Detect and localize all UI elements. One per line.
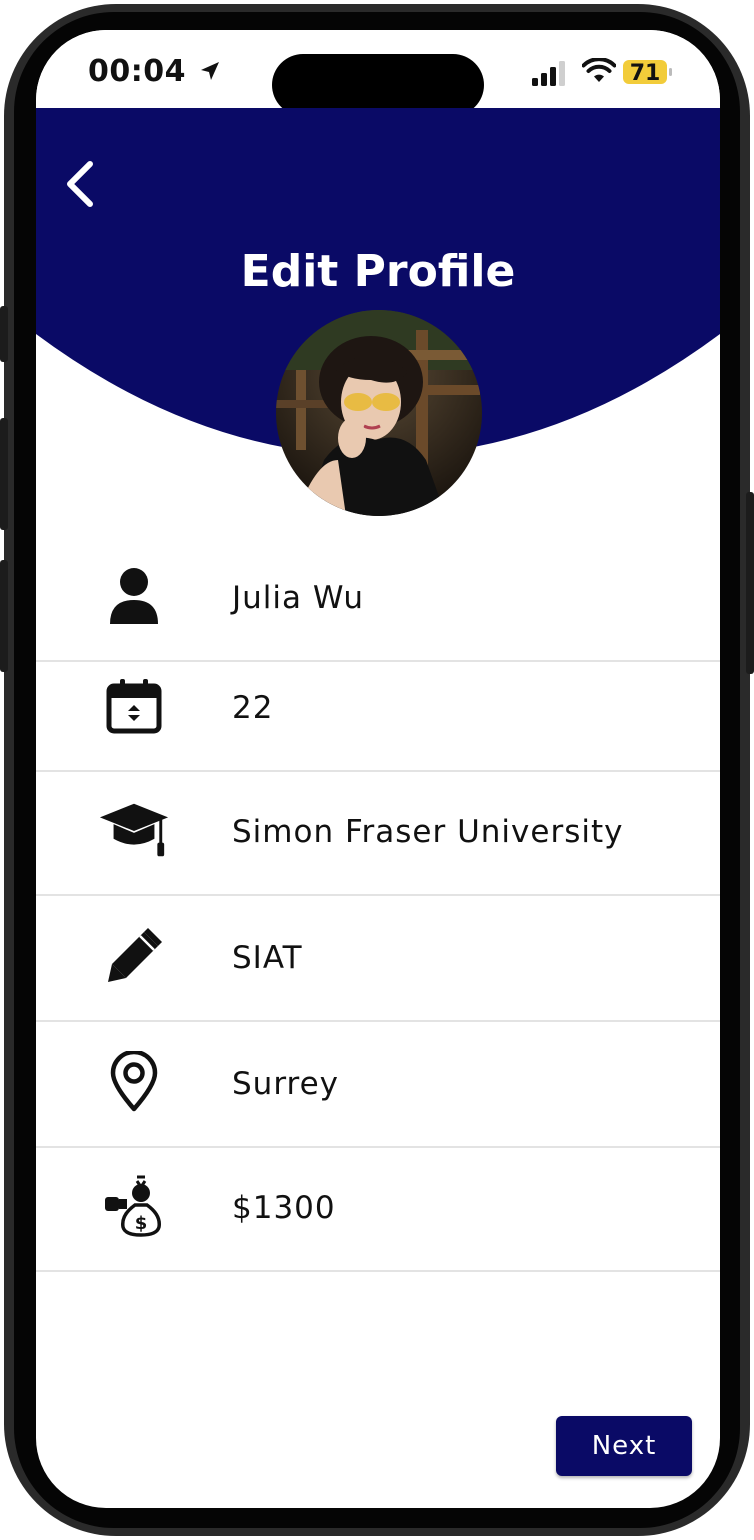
calendar-icon	[98, 670, 170, 742]
profile-field-name[interactable]: Julia Wu	[36, 536, 720, 662]
profile-field-school[interactable]: Simon Fraser University	[36, 770, 720, 896]
cellular-signal-icon	[532, 61, 565, 86]
dynamic-island	[272, 54, 484, 116]
volume-up-button	[0, 418, 8, 530]
graduation-cap-icon	[98, 794, 170, 866]
screen: 00:04 71 Edit Profile Julia Wu 22 Simon …	[36, 30, 720, 1508]
power-button	[746, 492, 754, 674]
profile-field-location[interactable]: Surrey	[36, 1022, 720, 1148]
location-value: Surrey	[232, 1066, 340, 1102]
person-icon	[98, 560, 170, 632]
money-bag-icon: $	[98, 1170, 170, 1242]
profile-field-program[interactable]: SIAT	[36, 896, 720, 1022]
svg-text:$: $	[135, 1213, 148, 1234]
pencil-icon	[98, 920, 170, 992]
avatar[interactable]	[276, 310, 482, 516]
program-value: SIAT	[232, 940, 303, 976]
title-container: Edit Profile	[36, 246, 720, 297]
mute-switch	[0, 306, 8, 362]
wifi-icon	[582, 58, 616, 82]
status-time: 00:04	[88, 54, 221, 89]
back-button[interactable]	[56, 152, 100, 212]
volume-down-button	[0, 560, 8, 672]
next-button[interactable]: Next	[556, 1416, 692, 1476]
location-arrow-icon	[200, 62, 219, 80]
avatar-photo	[276, 310, 482, 516]
battery-level: 71	[630, 61, 661, 86]
age-value: 22	[232, 690, 274, 726]
profile-field-budget[interactable]: $ $1300	[36, 1146, 720, 1272]
school-value: Simon Fraser University	[232, 814, 624, 850]
battery-icon: 71	[623, 60, 672, 86]
budget-value: $1300	[232, 1190, 336, 1226]
name-value: Julia Wu	[232, 580, 365, 616]
chevron-left-icon	[67, 161, 93, 207]
page-title: Edit Profile	[240, 246, 516, 297]
status-bar: 00:04 71	[36, 30, 720, 116]
location-pin-icon	[98, 1046, 170, 1118]
profile-field-age[interactable]: 22	[36, 646, 720, 772]
